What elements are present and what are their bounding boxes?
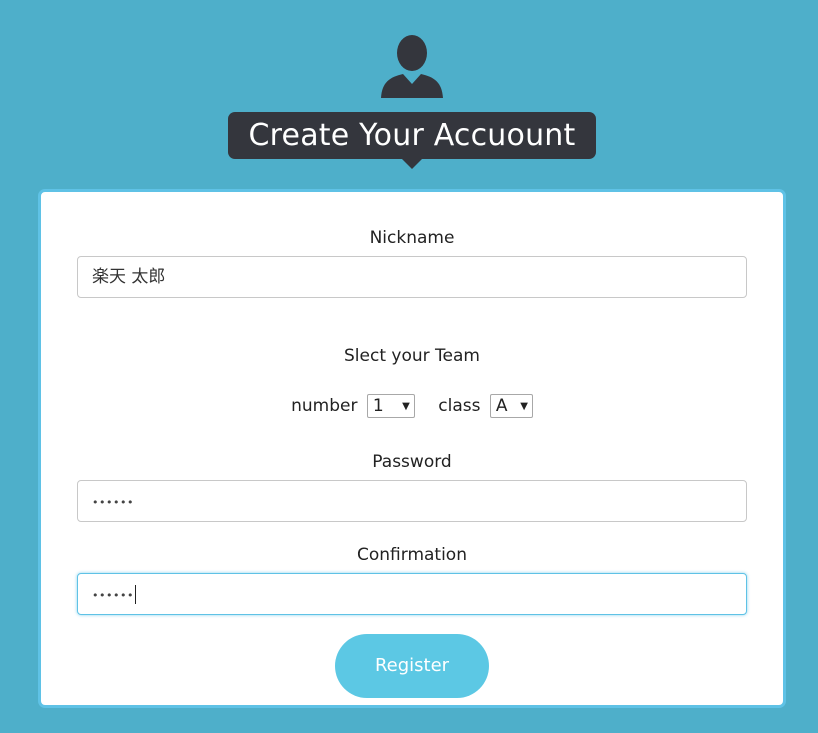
password-value: •••••• xyxy=(92,496,134,509)
chevron-down-icon: ▼ xyxy=(402,400,410,412)
confirmation-label: Confirmation xyxy=(357,545,467,565)
register-button[interactable]: Register xyxy=(335,634,489,698)
number-label: number xyxy=(291,396,358,416)
team-label: Slect your Team xyxy=(344,346,480,366)
confirmation-input[interactable]: •••••• xyxy=(77,573,747,615)
page-title: Create Your Accuount xyxy=(228,112,596,159)
class-select-value: A xyxy=(495,396,508,416)
nickname-label: Nickname xyxy=(369,228,455,248)
confirmation-value: •••••• xyxy=(92,589,134,602)
nickname-value: 楽天 太郎 xyxy=(92,267,166,287)
number-select[interactable]: 1 ▼ xyxy=(366,394,415,418)
password-label: Password xyxy=(372,452,452,472)
nickname-input[interactable]: 楽天 太郎 xyxy=(77,256,747,298)
number-select-value: 1 xyxy=(372,396,384,416)
chevron-down-icon: ▼ xyxy=(520,400,528,412)
avatar-icon xyxy=(379,34,445,100)
text-caret xyxy=(134,584,136,604)
registration-form: Nickname 楽天 太郎 Slect your Team number 1 … xyxy=(38,189,786,708)
class-select[interactable]: A ▼ xyxy=(489,394,533,418)
class-label: class xyxy=(438,396,481,416)
password-input[interactable]: •••••• xyxy=(77,480,747,522)
team-selector: number 1 ▼ class A ▼ xyxy=(41,394,783,418)
